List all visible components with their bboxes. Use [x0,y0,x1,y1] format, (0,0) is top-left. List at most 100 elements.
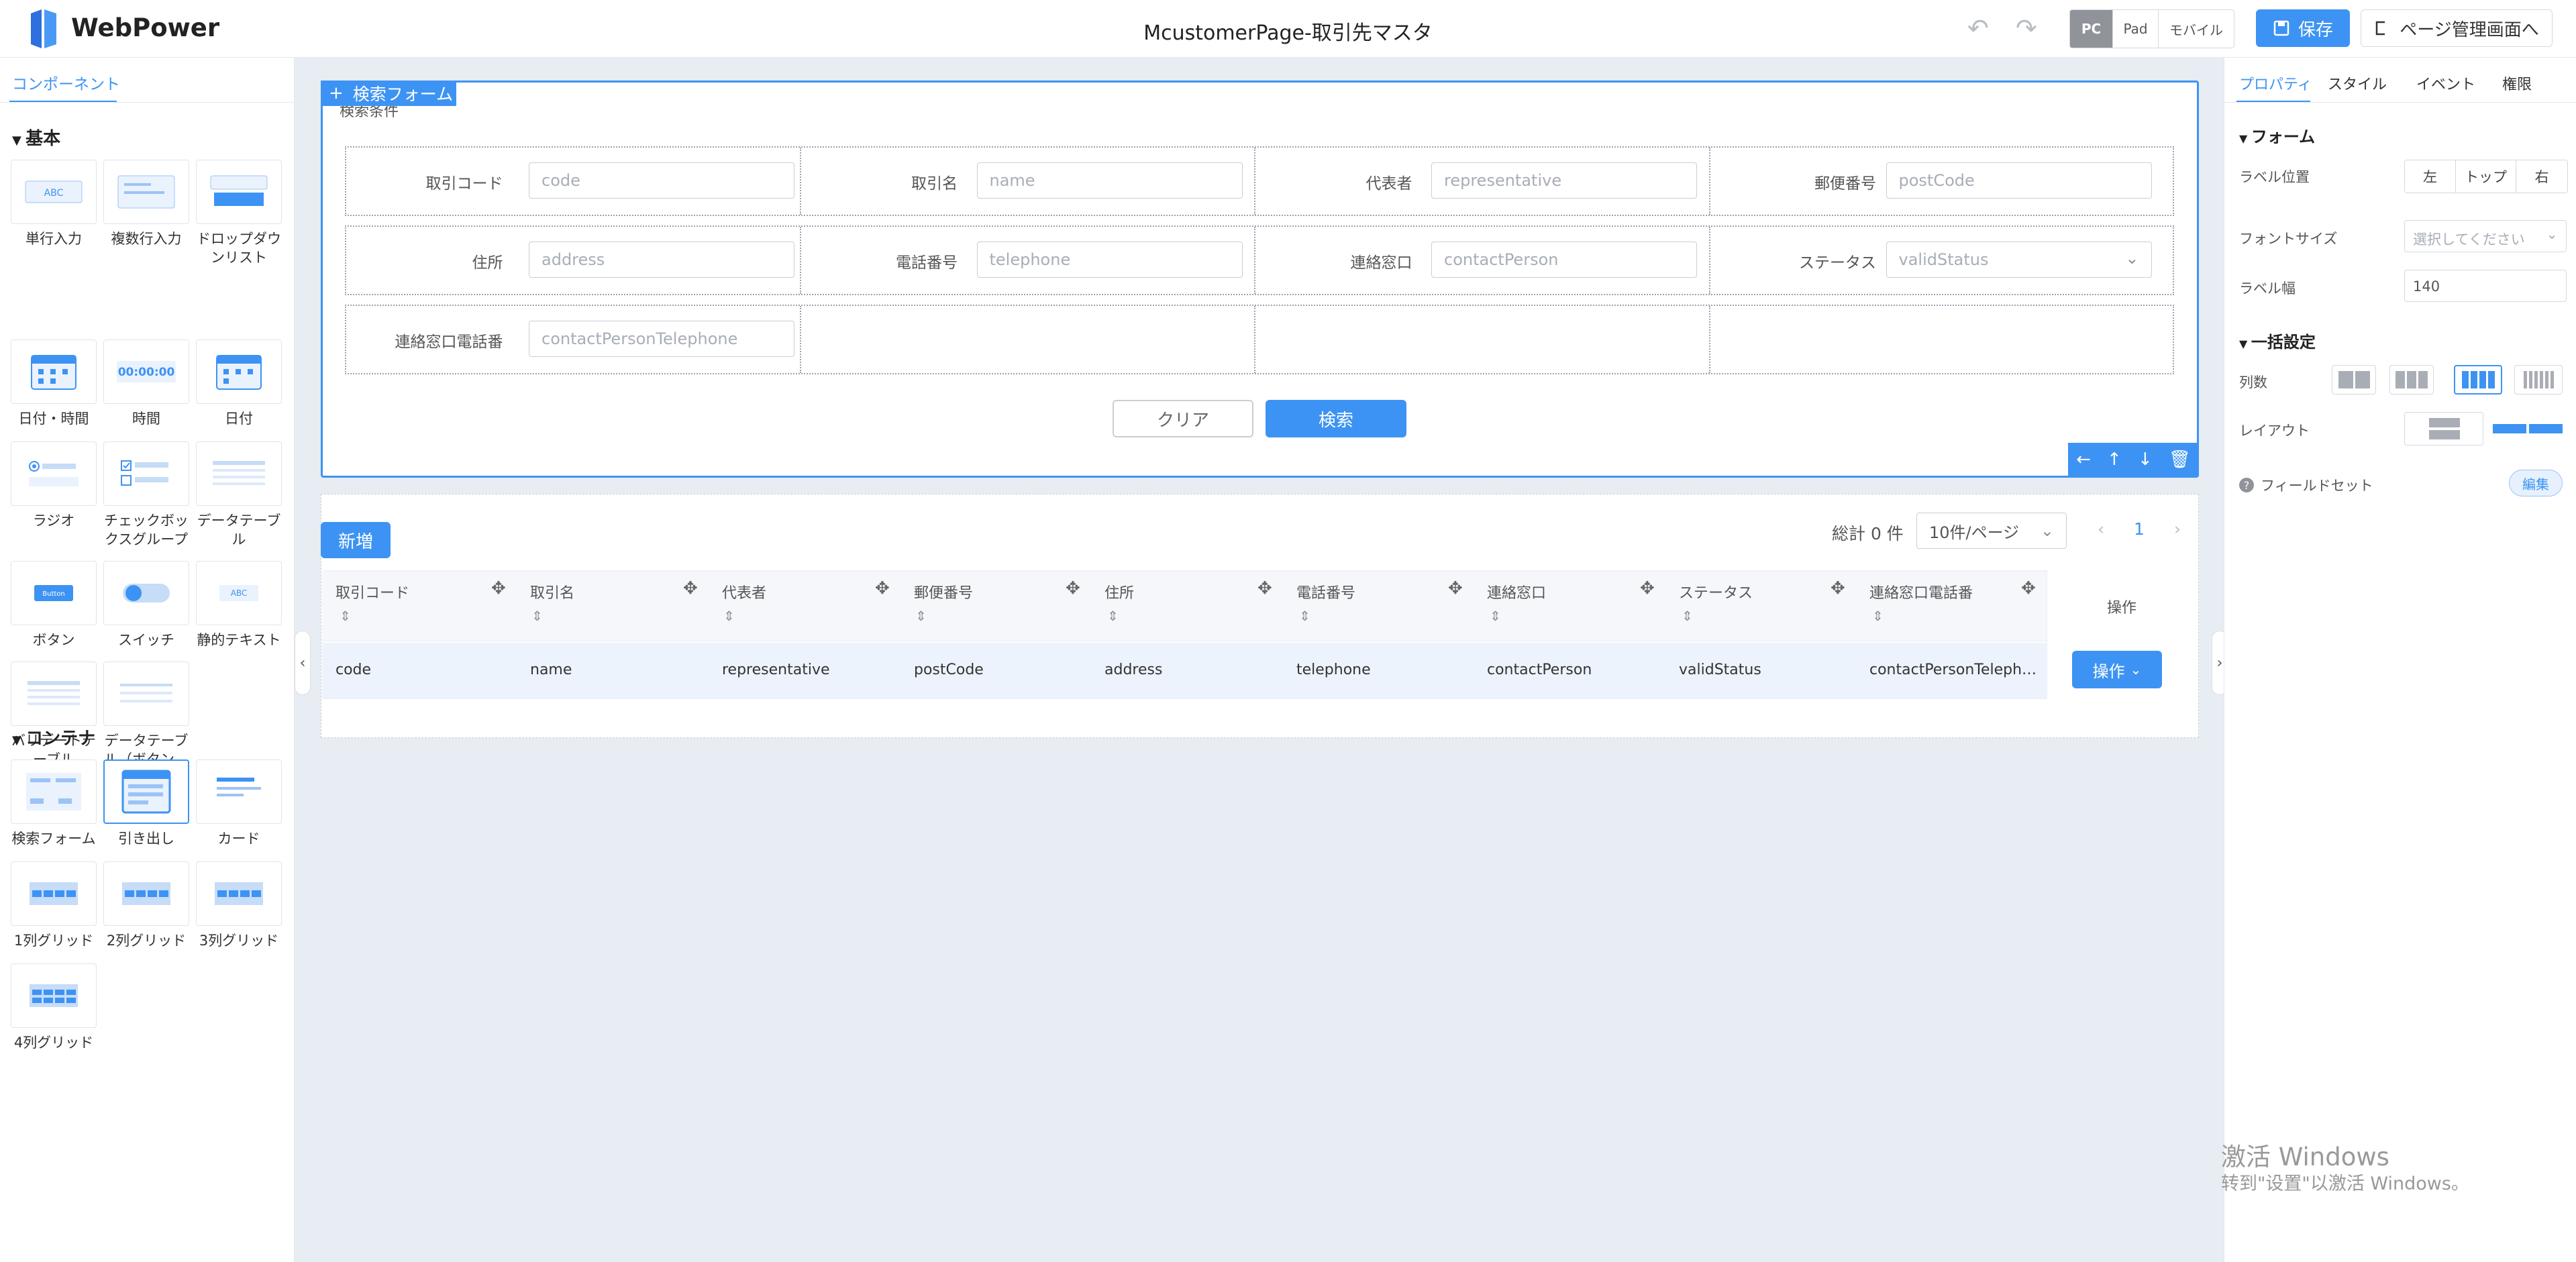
save-button[interactable]: 保存 [2256,9,2350,47]
prev-page-icon[interactable]: ‹ [2098,519,2104,539]
drag-column-icon[interactable]: ✥ [1448,578,1463,598]
columns-2-option[interactable] [2389,365,2434,395]
label-pos-left[interactable]: 左 [2405,160,2456,193]
drag-column-icon[interactable]: ✥ [1257,578,1272,598]
sort-icon[interactable]: ⇕ [1107,608,1119,624]
help-icon[interactable]: ? [2239,478,2254,492]
component-datetime[interactable]: 日付・時間 [11,339,98,428]
drag-column-icon[interactable]: ✥ [1066,578,1080,598]
device-pc[interactable]: PC [2070,10,2113,48]
sort-icon[interactable]: ⇕ [1872,608,1884,624]
font-size-select[interactable]: 選択してください ⌄ [2404,220,2567,252]
new-button[interactable]: 新増 [321,522,391,558]
sort-icon[interactable]: ⇕ [531,608,543,624]
clear-button[interactable]: クリア [1113,400,1253,437]
search-button[interactable]: 検索 [1266,400,1406,437]
drag-column-icon[interactable]: ✥ [491,578,506,598]
drag-column-icon[interactable]: ✥ [1640,578,1655,598]
columns-3-option[interactable] [2454,365,2502,395]
contact-telephone-input[interactable]: contactPersonTelephone [529,321,794,357]
drag-column-icon[interactable]: ✥ [2021,578,2036,598]
component-datatable-button[interactable]: データテーブル（ボタン… [103,662,191,769]
tab-style[interactable]: スタイル [2328,72,2387,94]
component-datatable[interactable]: データテーブル [196,441,283,549]
component-switch[interactable]: スイッチ [103,561,191,649]
component-date[interactable]: 日付 [196,339,283,428]
fieldset-edit-button[interactable]: 編集 [2509,470,2563,496]
undo-icon[interactable]: ↶ [1967,13,1989,43]
collapse-left-icon[interactable]: ‹ [295,631,311,695]
layout-stacked-option[interactable] [2404,412,2483,445]
component-grid-1[interactable]: 1列グリッド [11,861,98,950]
tab-events[interactable]: イベント [2416,72,2475,94]
tab-components[interactable]: コンポーネント [12,71,120,94]
columns-4-option[interactable] [2514,365,2563,395]
label-pos-right[interactable]: 右 [2516,160,2567,193]
sort-icon[interactable]: ⇕ [340,608,351,624]
sort-icon[interactable]: ⇕ [915,608,927,624]
address-input[interactable]: address [529,242,794,278]
component-static-text[interactable]: ABC 静的テキスト [196,561,283,649]
search-form-tag[interactable]: + 検索フォーム [321,81,456,106]
name-input[interactable]: name [976,162,1243,199]
col-header-representative[interactable]: 代表者 [722,581,766,602]
section-container[interactable]: ▼ コンテナ [12,725,95,749]
arrow-left-icon[interactable]: ← [2076,450,2091,470]
contact-person-input[interactable]: contactPerson [1431,242,1697,278]
component-button[interactable]: Button ボタン [11,561,98,649]
component-single-input[interactable]: ABC 単行入力 [11,160,98,248]
component-textarea[interactable]: 複数行入力 [103,160,191,248]
telephone-input[interactable]: telephone [976,242,1243,278]
tab-permissions[interactable]: 権限 [2502,72,2532,94]
col-header-status[interactable]: ステータス [1679,581,1753,602]
col-header-address[interactable]: 住所 [1104,581,1134,602]
component-time[interactable]: 00:00:00 時間 [103,339,191,428]
drag-column-icon[interactable]: ✥ [1831,578,1845,598]
col-header-contact-tel[interactable]: 連絡窓口電話番 [1869,581,1973,602]
component-checkbox-group[interactable]: チェックボックスグループ [103,441,191,549]
current-page[interactable]: 1 [2134,519,2145,539]
redo-icon[interactable]: ↷ [2016,13,2037,43]
col-header-telephone[interactable]: 電話番号 [1296,581,1355,602]
layout-inline-option[interactable] [2487,412,2567,445]
delete-icon[interactable]: 🗑 [2169,450,2191,470]
section-form[interactable]: ▼ フォーム [2239,123,2315,147]
columns-1-option[interactable] [2332,365,2376,395]
component-dropdown[interactable]: ドロップダウンリスト [196,160,283,267]
sort-icon[interactable]: ⇕ [1682,608,1693,624]
arrow-down-icon[interactable]: ↓ [2138,450,2153,470]
section-batch[interactable]: ▼ 一括設定 [2239,329,2316,352]
representative-input[interactable]: representative [1431,162,1697,199]
component-drawer[interactable]: 引き出し [103,759,191,848]
col-header-code[interactable]: 取引コード [336,581,409,602]
page-size-select[interactable]: 10件/ページ ⌄ [1916,513,2067,549]
tab-properties[interactable]: プロパティ [2239,72,2312,94]
section-basic[interactable]: ▼ 基本 [12,125,60,150]
sort-icon[interactable]: ⇕ [1490,608,1501,624]
component-grid-4[interactable]: 4列グリッド [11,963,98,1052]
goto-page-manager-button[interactable]: ページ管理画面へ [2361,9,2553,47]
sort-icon[interactable]: ⇕ [723,608,735,624]
component-search-form[interactable]: 検索フォーム [11,759,98,848]
code-input[interactable]: code [529,162,794,199]
col-header-name[interactable]: 取引名 [530,581,574,602]
component-card[interactable]: カード [196,759,283,848]
device-pad[interactable]: Pad [2113,10,2159,48]
component-validate-table[interactable]: バリデートテーブル [11,662,98,769]
col-header-postcode[interactable]: 郵便番号 [914,581,973,602]
operation-button[interactable]: 操作 ⌄ [2072,651,2162,688]
sort-icon[interactable]: ⇕ [1299,608,1310,624]
arrow-up-icon[interactable]: ↑ [2107,450,2122,470]
drag-column-icon[interactable]: ✥ [683,578,698,598]
label-width-input[interactable]: 140 [2404,270,2567,302]
col-header-contact[interactable]: 連絡窓口 [1487,581,1546,602]
postcode-input[interactable]: postCode [1886,162,2152,199]
label-pos-top[interactable]: トップ [2456,160,2516,193]
device-mobile[interactable]: モバイル [2159,10,2234,48]
next-page-icon[interactable]: › [2174,519,2181,539]
status-select[interactable]: validStatus ⌄ [1886,242,2152,278]
component-grid-2[interactable]: 2列グリッド [103,861,191,950]
drag-column-icon[interactable]: ✥ [875,578,890,598]
component-grid-3[interactable]: 3列グリッド [196,861,283,950]
component-radio[interactable]: ラジオ [11,441,98,530]
